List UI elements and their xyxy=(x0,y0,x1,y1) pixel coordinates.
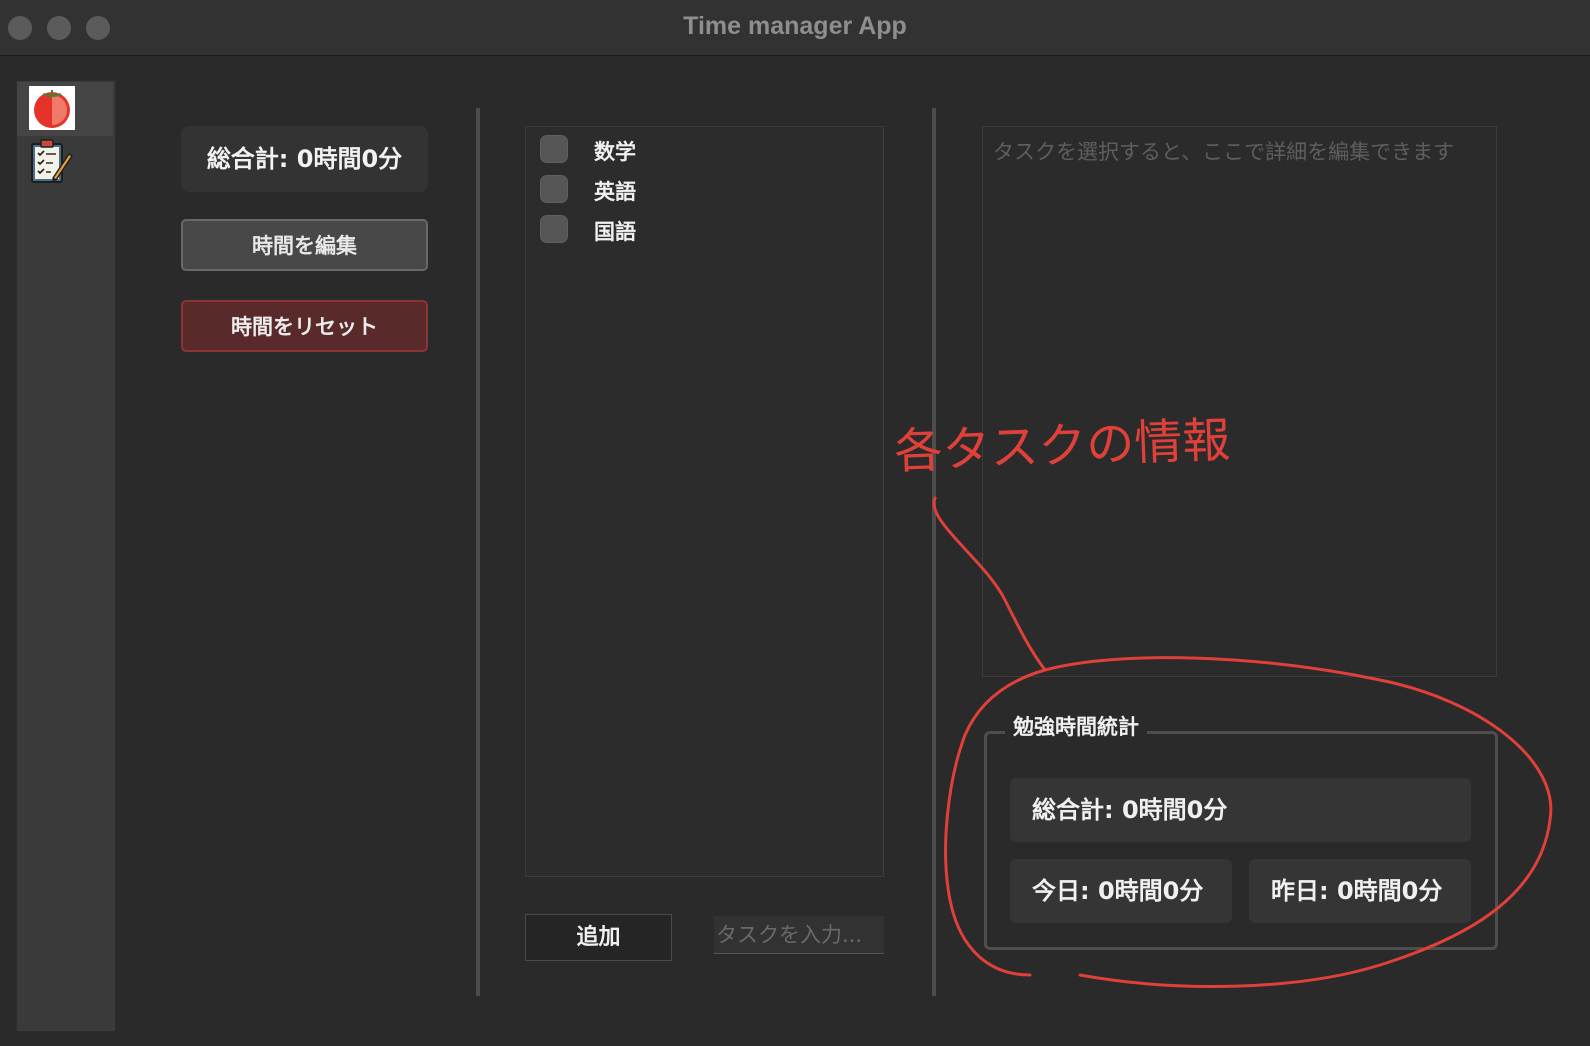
edit-time-button[interactable]: 時間を編集 xyxy=(181,219,428,271)
reset-time-button[interactable]: 時間をリセット xyxy=(181,300,428,352)
stats-yesterday: 昨日: 0時間0分 xyxy=(1249,859,1471,923)
task-input[interactable] xyxy=(714,916,884,954)
panel-divider[interactable] xyxy=(932,108,936,996)
task-label: 数学 xyxy=(594,140,636,164)
sidebar xyxy=(16,80,116,1032)
list-item[interactable]: 英語 xyxy=(540,175,860,205)
title-bar: Time manager App xyxy=(0,0,1590,56)
list-item[interactable]: 数学 xyxy=(540,135,860,165)
tomato-icon xyxy=(29,86,75,134)
task-checkbox[interactable] xyxy=(540,175,568,203)
list-item[interactable]: 国語 xyxy=(540,215,860,245)
add-task-button[interactable]: 追加 xyxy=(525,914,672,961)
panel-divider[interactable] xyxy=(476,108,480,996)
task-detail-editor[interactable] xyxy=(982,126,1497,677)
clipboard-checklist-icon xyxy=(29,138,73,190)
task-checkbox[interactable] xyxy=(540,135,568,163)
stats-total: 総合計: 0時間0分 xyxy=(1010,778,1471,842)
window-title: Time manager App xyxy=(683,12,907,40)
task-label: 国語 xyxy=(594,220,636,244)
total-time-display: 総合計: 0時間0分 xyxy=(181,126,428,192)
sidebar-item-timer[interactable] xyxy=(17,82,113,136)
sidebar-item-tasks[interactable] xyxy=(17,136,113,190)
task-label: 英語 xyxy=(594,180,636,204)
stats-today: 今日: 0時間0分 xyxy=(1010,859,1232,923)
task-checkbox[interactable] xyxy=(540,215,568,243)
study-stats-title: 勉強時間統計 xyxy=(1005,712,1147,742)
task-list: 数学 英語 国語 xyxy=(525,126,884,877)
